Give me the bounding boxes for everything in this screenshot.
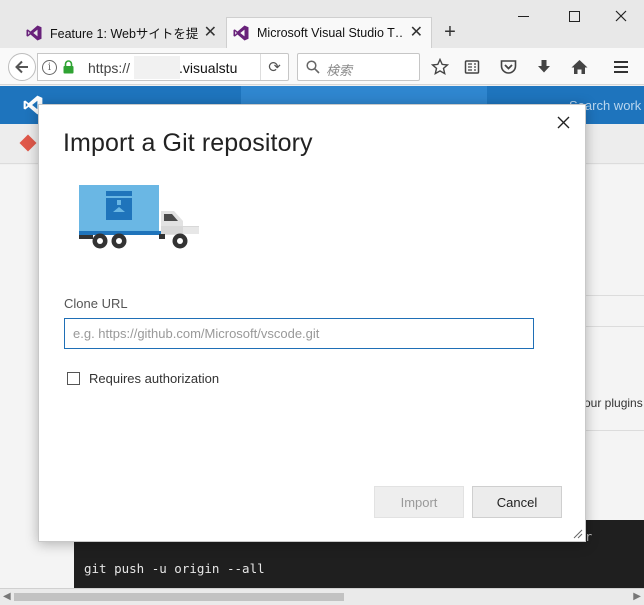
reading-list-icon[interactable] — [462, 57, 482, 77]
tab-visual-studio[interactable]: Microsoft Visual Studio T… ✕ — [226, 17, 432, 48]
info-icon[interactable]: i — [42, 60, 57, 75]
maximize-icon — [568, 10, 580, 22]
url-host: .visualstu — [179, 60, 238, 76]
import-button[interactable]: Import — [374, 486, 464, 518]
tab-label: Microsoft Visual Studio T… — [257, 26, 404, 40]
address-bar[interactable]: i https:// .visualstu ⟳ — [37, 53, 289, 81]
url-scheme: https:// — [88, 60, 131, 76]
import-git-dialog: Import a Git repository Clone URL Requir… — [38, 104, 586, 542]
truck-illustration-icon — [79, 185, 199, 249]
lock-icon — [63, 60, 74, 74]
search-placeholder: 検索 — [326, 63, 353, 78]
url-redaction — [134, 56, 180, 79]
divider — [586, 430, 644, 431]
search-bar[interactable]: 検索 — [297, 53, 420, 81]
terminal-command: git push -u origin --all — [84, 561, 265, 576]
requires-auth-label[interactable]: Requires authorization — [89, 371, 219, 386]
new-tab-button[interactable]: + — [440, 20, 460, 44]
tab-feature[interactable]: Feature 1: Webサイトを提… ✕ — [20, 17, 225, 48]
back-arrow-icon — [15, 60, 28, 74]
scrollbar-thumb[interactable] — [14, 593, 344, 601]
reload-icon[interactable]: ⟳ — [260, 54, 288, 80]
resize-grip-icon[interactable] — [573, 529, 583, 539]
download-icon[interactable] — [534, 57, 554, 77]
pocket-icon[interactable] — [498, 57, 518, 77]
close-icon — [557, 116, 569, 128]
menu-icon[interactable] — [611, 57, 631, 77]
tab-close-icon[interactable]: ✕ — [410, 25, 423, 41]
horizontal-scrollbar[interactable]: ◀ ▶ — [0, 588, 644, 605]
requires-auth-checkbox[interactable] — [67, 372, 80, 385]
minimize-icon — [517, 15, 529, 17]
dialog-close-button[interactable] — [552, 111, 574, 133]
clone-url-input[interactable] — [64, 318, 534, 349]
scroll-right-icon[interactable]: ▶ — [633, 591, 641, 602]
cancel-button[interactable]: Cancel — [472, 486, 562, 518]
tab-label: Feature 1: Webサイトを提… — [50, 27, 198, 41]
divider — [586, 295, 644, 296]
clone-url-label: Clone URL — [64, 296, 128, 311]
home-icon[interactable] — [569, 57, 589, 77]
browser-toolbar: i https:// .visualstu ⟳ 検索 — [0, 48, 644, 85]
back-button[interactable] — [8, 53, 36, 81]
divider — [586, 326, 644, 327]
terminal-right-text: r — [585, 530, 593, 544]
search-icon — [306, 60, 320, 74]
close-icon — [615, 10, 627, 22]
maximize-button[interactable] — [551, 4, 597, 28]
visual-studio-icon — [233, 25, 249, 41]
dialog-title: Import a Git repository — [63, 129, 313, 157]
browser-titlebar: Feature 1: Webサイトを提… ✕ Microsoft Visual … — [0, 0, 644, 48]
bookmark-star-icon[interactable] — [430, 57, 450, 77]
scroll-left-icon[interactable]: ◀ — [3, 591, 11, 602]
plugins-text: our plugins — [584, 396, 643, 410]
visual-studio-icon — [26, 25, 42, 40]
window-close-button[interactable] — [598, 4, 644, 28]
minimize-button[interactable] — [500, 4, 546, 28]
requires-auth-row[interactable]: Requires authorization — [67, 371, 219, 386]
tab-close-icon[interactable]: ✕ — [204, 24, 217, 41]
